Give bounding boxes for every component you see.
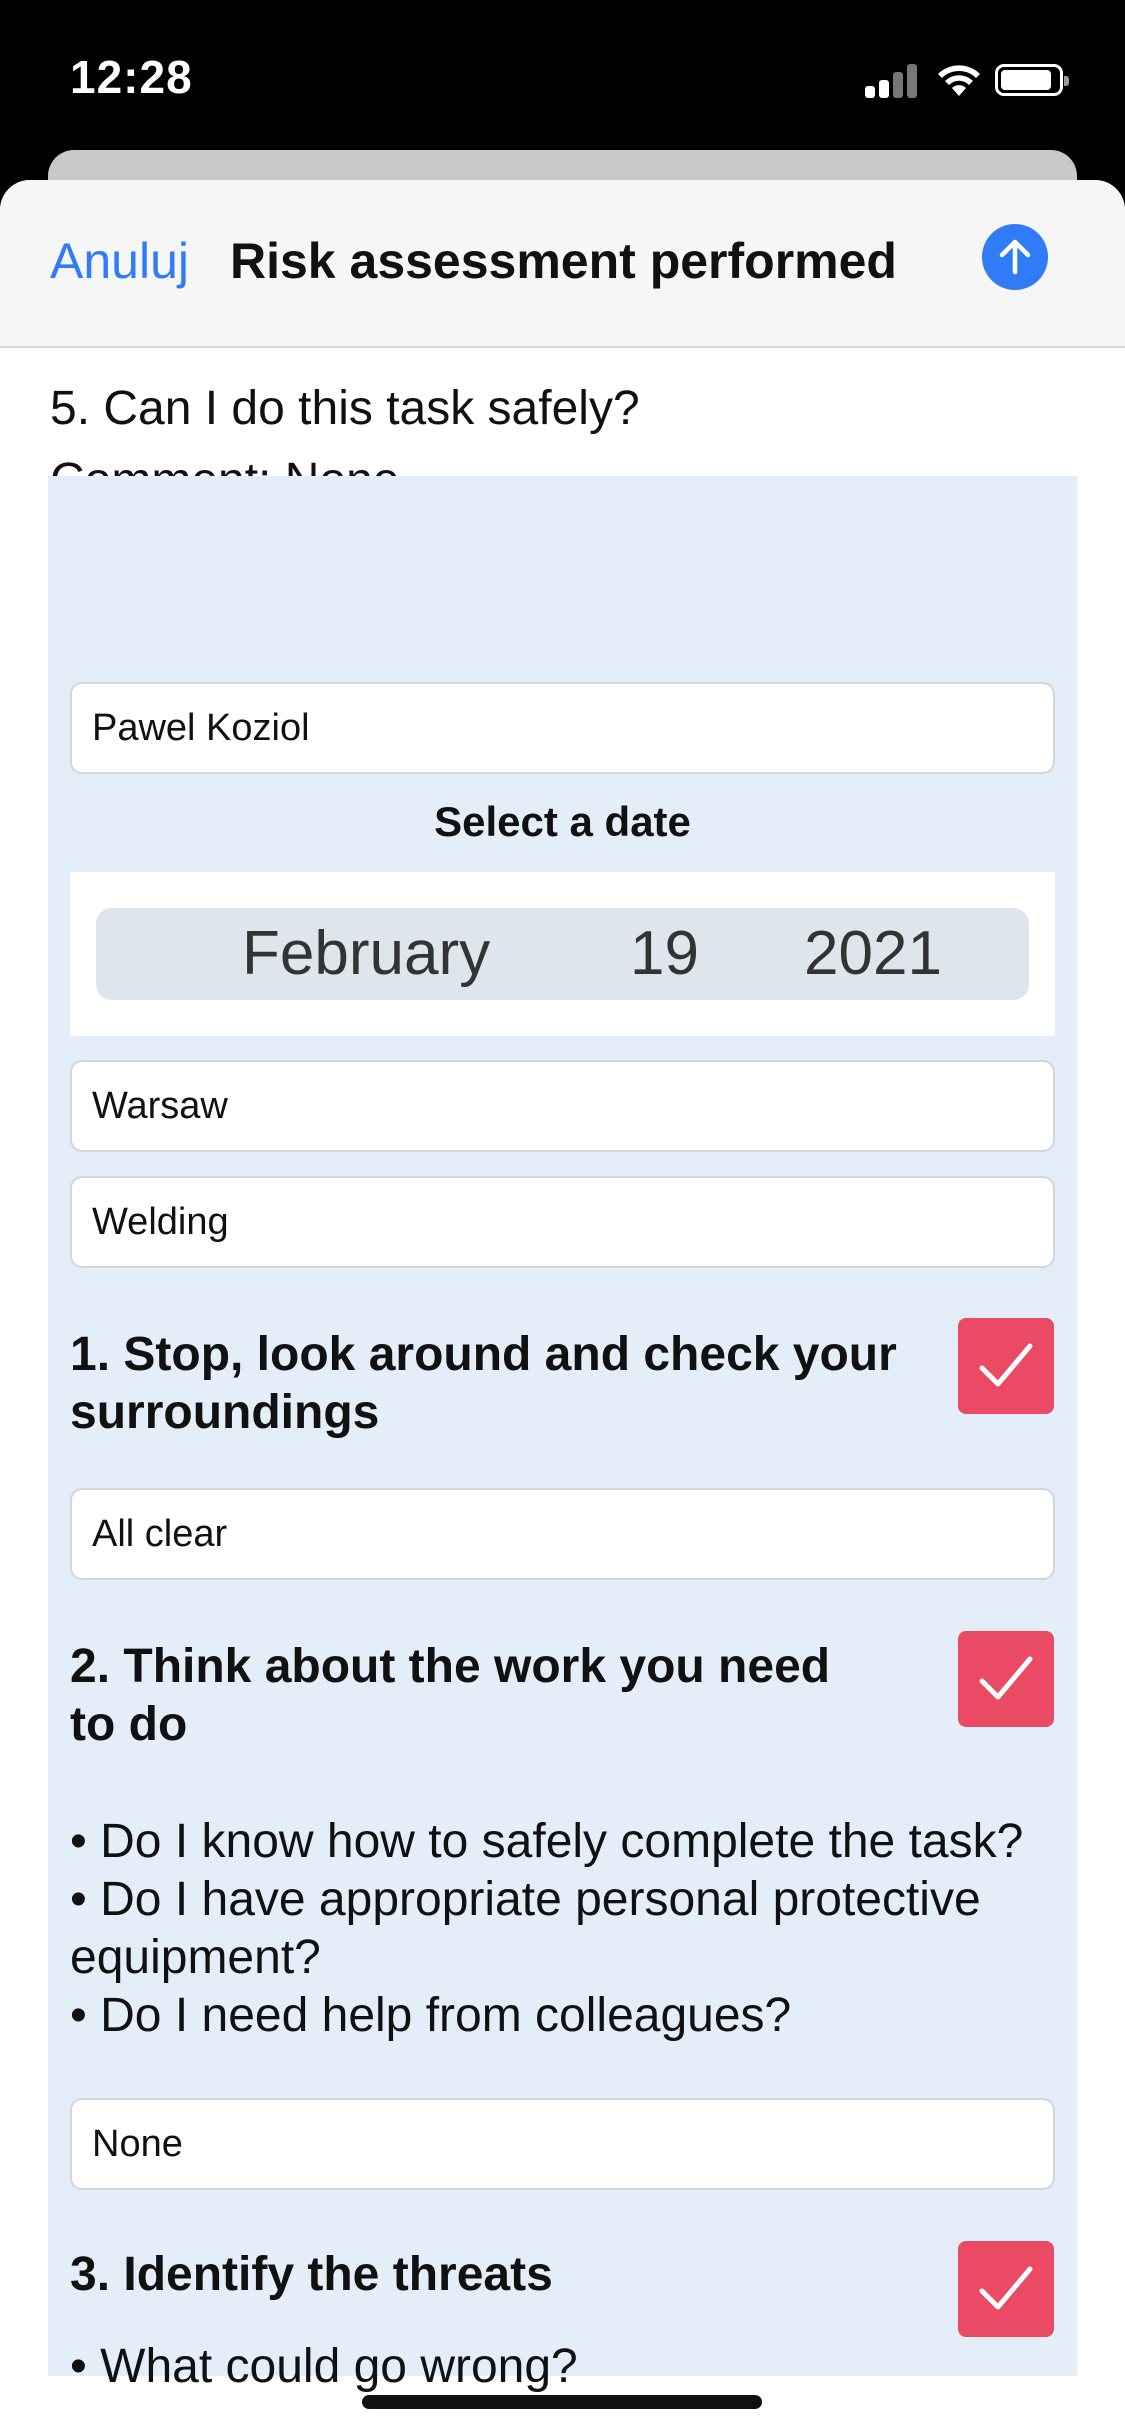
date-label: Select a date: [434, 798, 691, 845]
task-field[interactable]: [70, 1176, 1055, 1268]
send-button[interactable]: [982, 224, 1048, 290]
guidance-item: • Do I need help from colleagues?: [70, 1989, 792, 2042]
section-2-checkbox[interactable]: [958, 1631, 1054, 1727]
status-bar: 12:28: [0, 0, 1125, 150]
section-1-answer-field[interactable]: [70, 1488, 1055, 1580]
date-picker[interactable]: February 19 2021: [70, 872, 1055, 1036]
page-title: Risk assessment performed: [230, 233, 897, 289]
section-1-checkbox[interactable]: [958, 1318, 1054, 1414]
home-indicator[interactable]: [362, 2395, 762, 2409]
guidance-item: • Do I know how to safely complete the t…: [70, 1815, 1024, 1868]
assessment-form: Select a date February 19 2021 1. Stop, …: [48, 476, 1077, 2393]
section-3-guidance: • What could go wrong?: [70, 2338, 1060, 2396]
section-1-title: 1. Stop, look around and check your surr…: [70, 1328, 897, 1439]
date-month[interactable]: February: [242, 918, 490, 989]
date-year[interactable]: 2021: [804, 918, 942, 989]
guidance-item: • What could go wrong?: [70, 2340, 578, 2393]
cancel-button[interactable]: Anuluj: [50, 232, 189, 290]
arrow-up-icon: [999, 239, 1031, 275]
checkmark-icon: [979, 1343, 1033, 1387]
navigation-bar: Anuluj Risk assessment performed: [0, 180, 1125, 348]
cellular-signal-icon: [865, 64, 919, 98]
section-3-checkbox[interactable]: [958, 2241, 1054, 2337]
checkmark-icon: [979, 2266, 1033, 2310]
section-2-title: 2. Think about the work you need to do: [70, 1640, 831, 1751]
date-day[interactable]: 19: [630, 918, 699, 989]
wifi-icon: [938, 65, 980, 96]
section-2-guidance: • Do I know how to safely complete the t…: [70, 1813, 1060, 2045]
location-field[interactable]: [70, 1060, 1055, 1152]
status-icons: [865, 60, 1085, 100]
section-3-title: 3. Identify the threats: [70, 2248, 553, 2301]
battery-icon: [995, 64, 1069, 96]
status-time: 12:28: [70, 51, 193, 103]
guidance-item: • Do I have appropriate personal protect…: [70, 1873, 981, 1984]
checkmark-icon: [979, 1656, 1033, 1700]
section-2-answer-field[interactable]: [70, 2098, 1055, 2190]
previous-question-text: 5. Can I do this task safely?: [50, 382, 640, 435]
name-field[interactable]: [70, 682, 1055, 774]
